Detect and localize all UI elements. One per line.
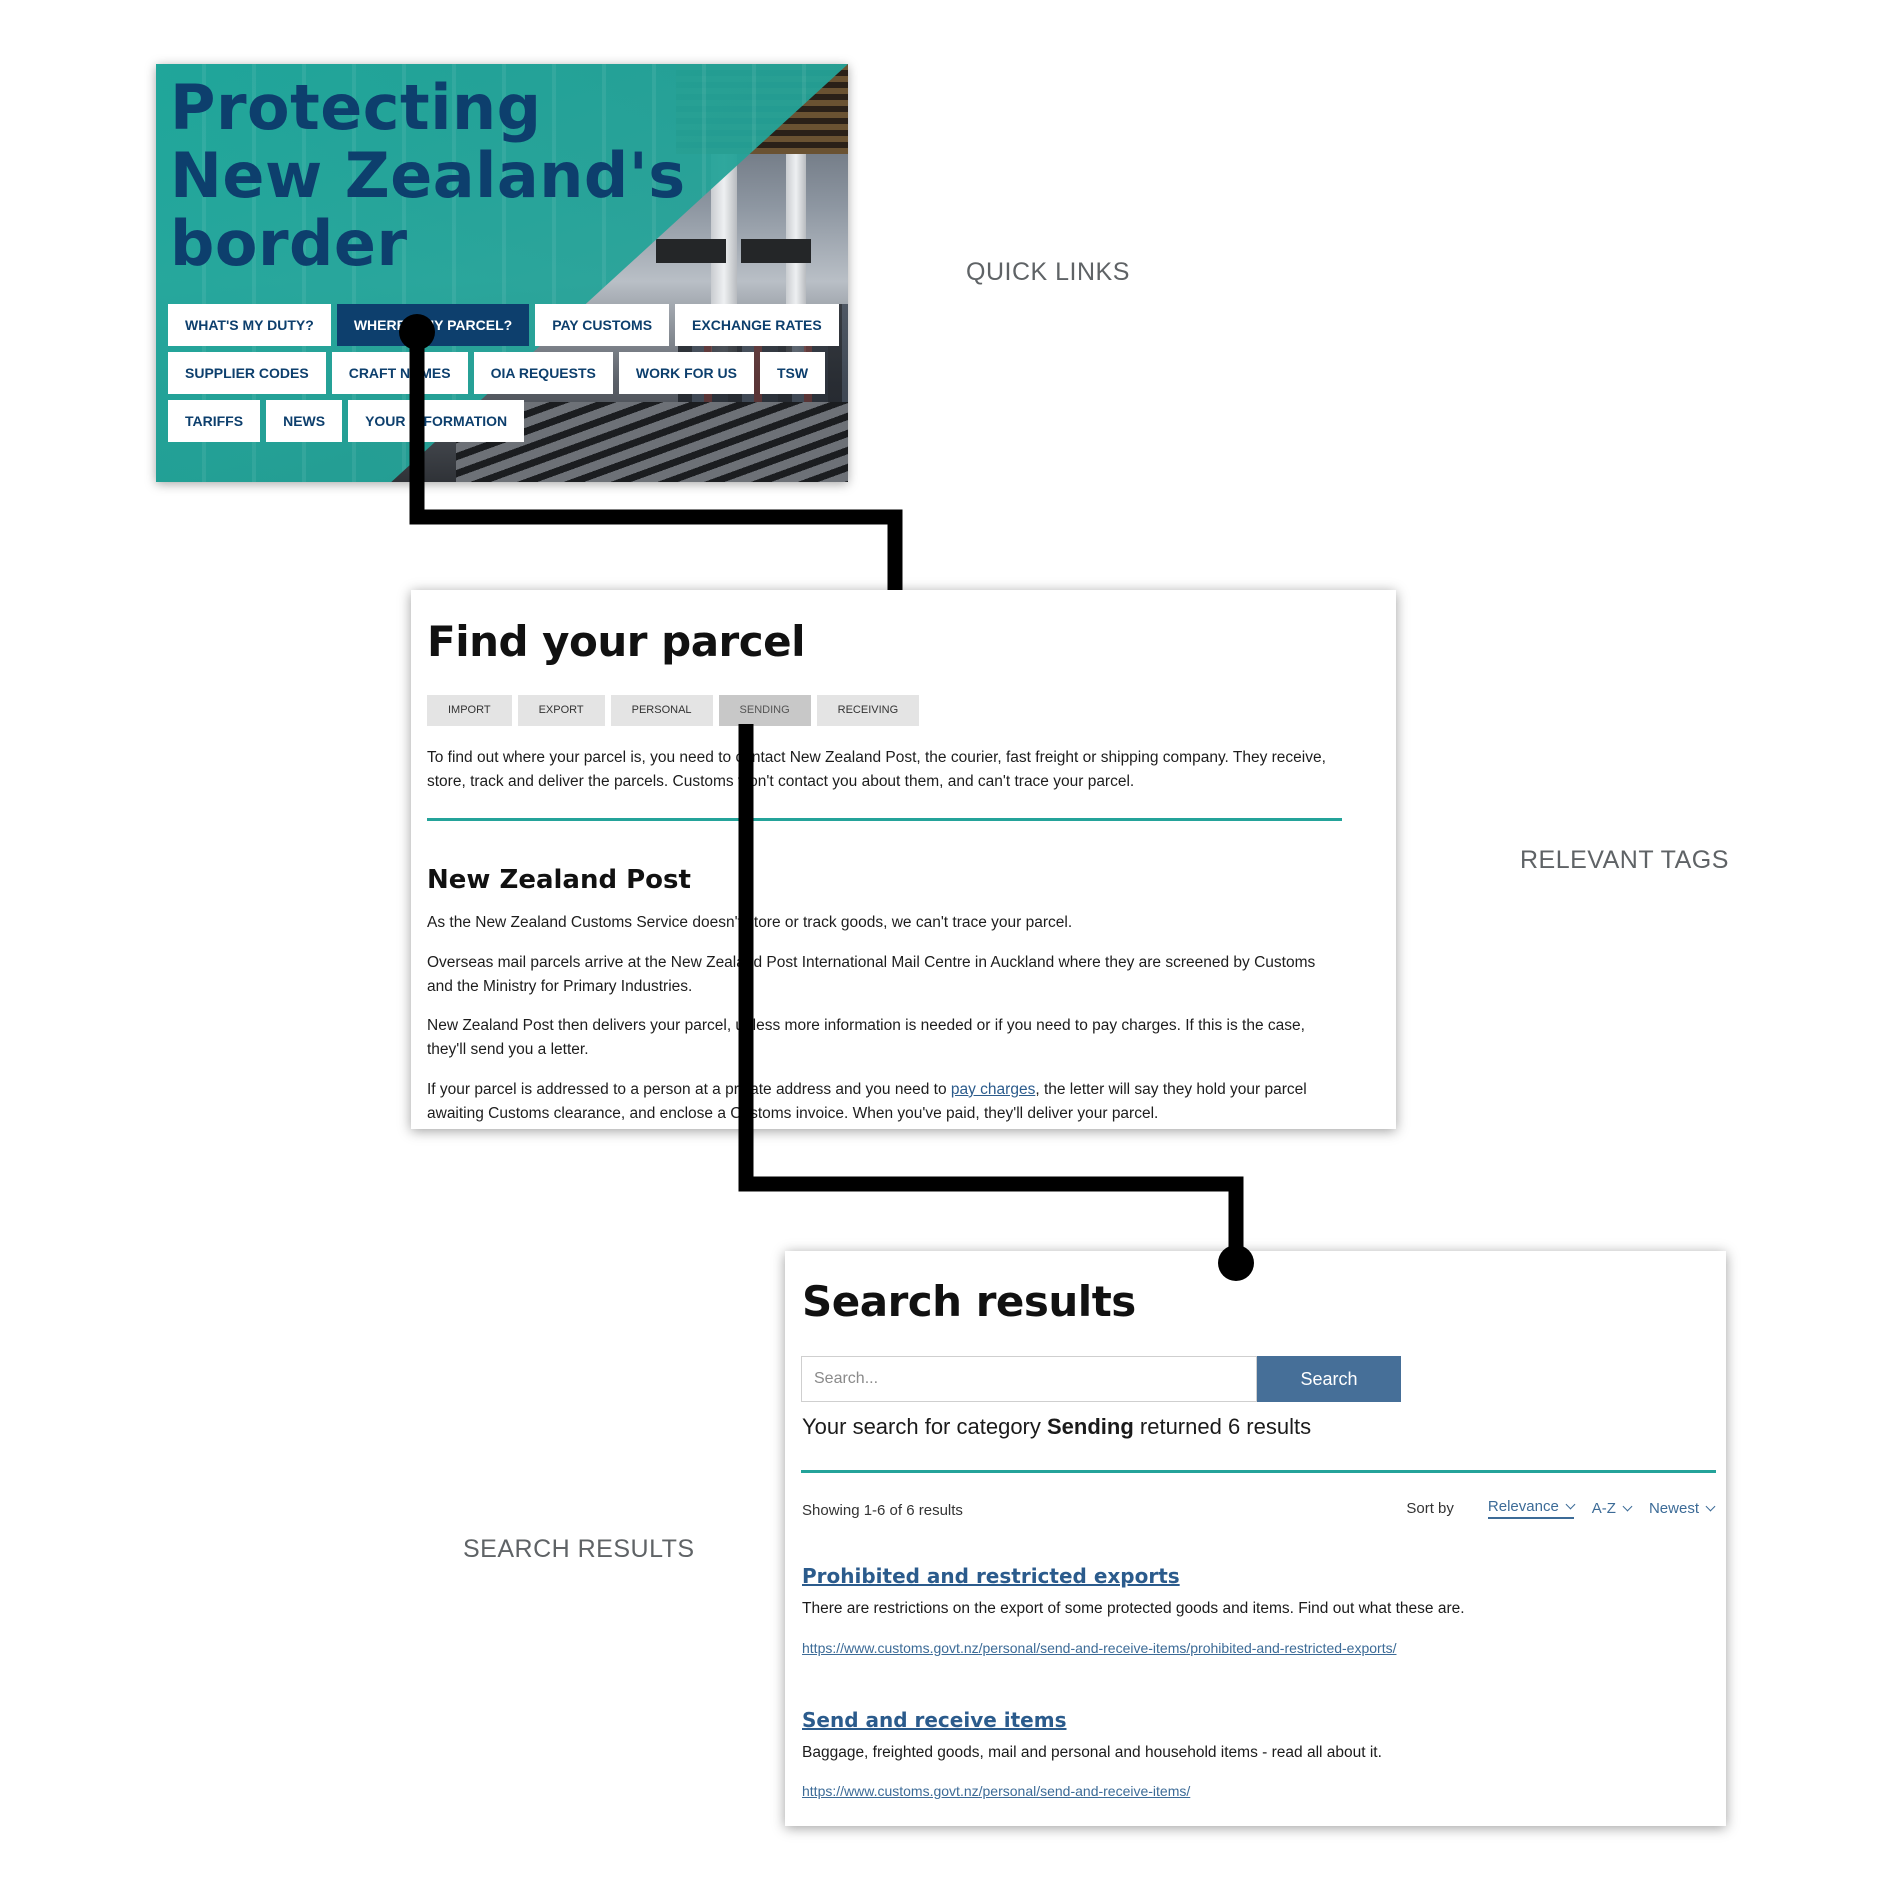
tag-sending[interactable]: SENDING [718,695,811,726]
quick-link-tariffs[interactable]: TARIFFS [168,400,261,442]
sort-relevance[interactable]: Relevance [1487,1498,1576,1519]
tag-import[interactable]: IMPORT [427,695,512,726]
quick-link-tsw[interactable]: TSW [759,352,826,394]
search-button[interactable]: Search [1257,1356,1401,1402]
result-description: Baggage, freighted goods, mail and perso… [802,1744,1382,1761]
quick-links-row: WHAT'S MY DUTY? WHERE'S MY PARCEL? PAY C… [168,304,845,346]
sort-label: Sort by [1406,1500,1454,1517]
hero-banner: Protecting New Zealand's border WHAT'S M… [156,64,848,482]
pay-charges-link[interactable]: pay charges [951,1081,1035,1098]
section-divider [801,1470,1716,1473]
result-url[interactable]: https://www.customs.govt.nz/personal/sen… [802,1783,1190,1799]
quick-link-your-information[interactable]: YOUR INFORMATION [348,400,525,442]
quick-link-news[interactable]: NEWS [266,400,343,442]
sort-controls: Sort by Relevance A-Z Newest [1406,1498,1716,1519]
result-url[interactable]: https://www.customs.govt.nz/personal/sen… [802,1640,1396,1656]
search-summary: Your search for category Sending returne… [802,1414,1311,1440]
result-description: There are restrictions on the export of … [802,1600,1465,1617]
tag-personal[interactable]: PERSONAL [610,695,713,726]
sort-option-label: A-Z [1591,1500,1616,1517]
search-input[interactable] [801,1356,1257,1402]
body-paragraph: Overseas mail parcels arrive at the New … [427,954,1316,995]
tag-list: IMPORT EXPORT PERSONAL SENDING RECEIVING [427,695,925,726]
find-parcel-page: Find your parcel IMPORT EXPORT PERSONAL … [411,590,1396,1129]
quick-link-exchange-rates[interactable]: EXCHANGE RATES [675,304,839,346]
quick-links-row: TARIFFS NEWS YOUR INFORMATION [168,400,530,442]
results-count: Showing 1-6 of 6 results [802,1502,963,1519]
tag-export[interactable]: EXPORT [517,695,605,726]
hero-title: Protecting New Zealand's border [170,74,690,278]
quick-link-supplier-codes[interactable]: SUPPLIER CODES [168,352,326,394]
chevron-down-icon [1565,1499,1576,1510]
hero-title-line: border [170,207,408,280]
summary-text: Your search for category [802,1414,1047,1439]
airport-sign [741,239,811,263]
quick-links-row: SUPPLIER CODES CRAFT NAMES OIA REQUESTS … [168,352,831,394]
quick-link-duty[interactable]: WHAT'S MY DUTY? [168,304,331,346]
body-paragraph: If your parcel is addressed to a person … [427,1078,1342,1126]
page-title: Find your parcel [427,617,806,666]
annotation-relevant-tags: RELEVANT TAGS [1520,846,1729,874]
sort-a-z[interactable]: A-Z [1591,1500,1633,1517]
summary-text: returned 6 results [1133,1414,1312,1439]
hero-title-line: Protecting [170,71,542,144]
section-title: New Zealand Post [427,865,691,895]
quick-link-pay-customs[interactable]: PAY CUSTOMS [535,304,670,346]
summary-category: Sending [1047,1414,1134,1439]
annotation-quick-links: QUICK LINKS [966,258,1130,286]
chevron-down-icon [1705,1501,1716,1512]
quick-link-work-for-us[interactable]: WORK FOR US [618,352,754,394]
quick-link-oia-requests[interactable]: OIA REQUESTS [473,352,613,394]
sort-newest[interactable]: Newest [1648,1500,1716,1517]
annotation-search-results: SEARCH RESULTS [463,1535,695,1563]
tag-receiving[interactable]: RECEIVING [816,695,920,726]
hero-title-line: New Zealand's [170,139,686,212]
sort-option-label: Relevance [1487,1498,1559,1515]
intro-paragraph: To find out where your parcel is, you ne… [427,749,1326,790]
result-title[interactable]: Send and receive items [802,1708,1067,1732]
body-paragraph: As the New Zealand Customs Service doesn… [427,914,1073,931]
paragraph-text: If your parcel is addressed to a person … [427,1081,951,1098]
search-results-page: Search results Search Your search for ca… [785,1251,1726,1826]
quick-link-craft-names[interactable]: CRAFT NAMES [331,352,468,394]
sort-option-label: Newest [1648,1500,1699,1517]
body-paragraph: New Zealand Post then delivers your parc… [427,1017,1305,1058]
page-title: Search results [802,1277,1136,1326]
quick-link-parcel[interactable]: WHERE'S MY PARCEL? [336,304,530,346]
chevron-down-icon [1622,1501,1633,1512]
result-title[interactable]: Prohibited and restricted exports [802,1564,1180,1588]
section-divider [427,818,1342,821]
